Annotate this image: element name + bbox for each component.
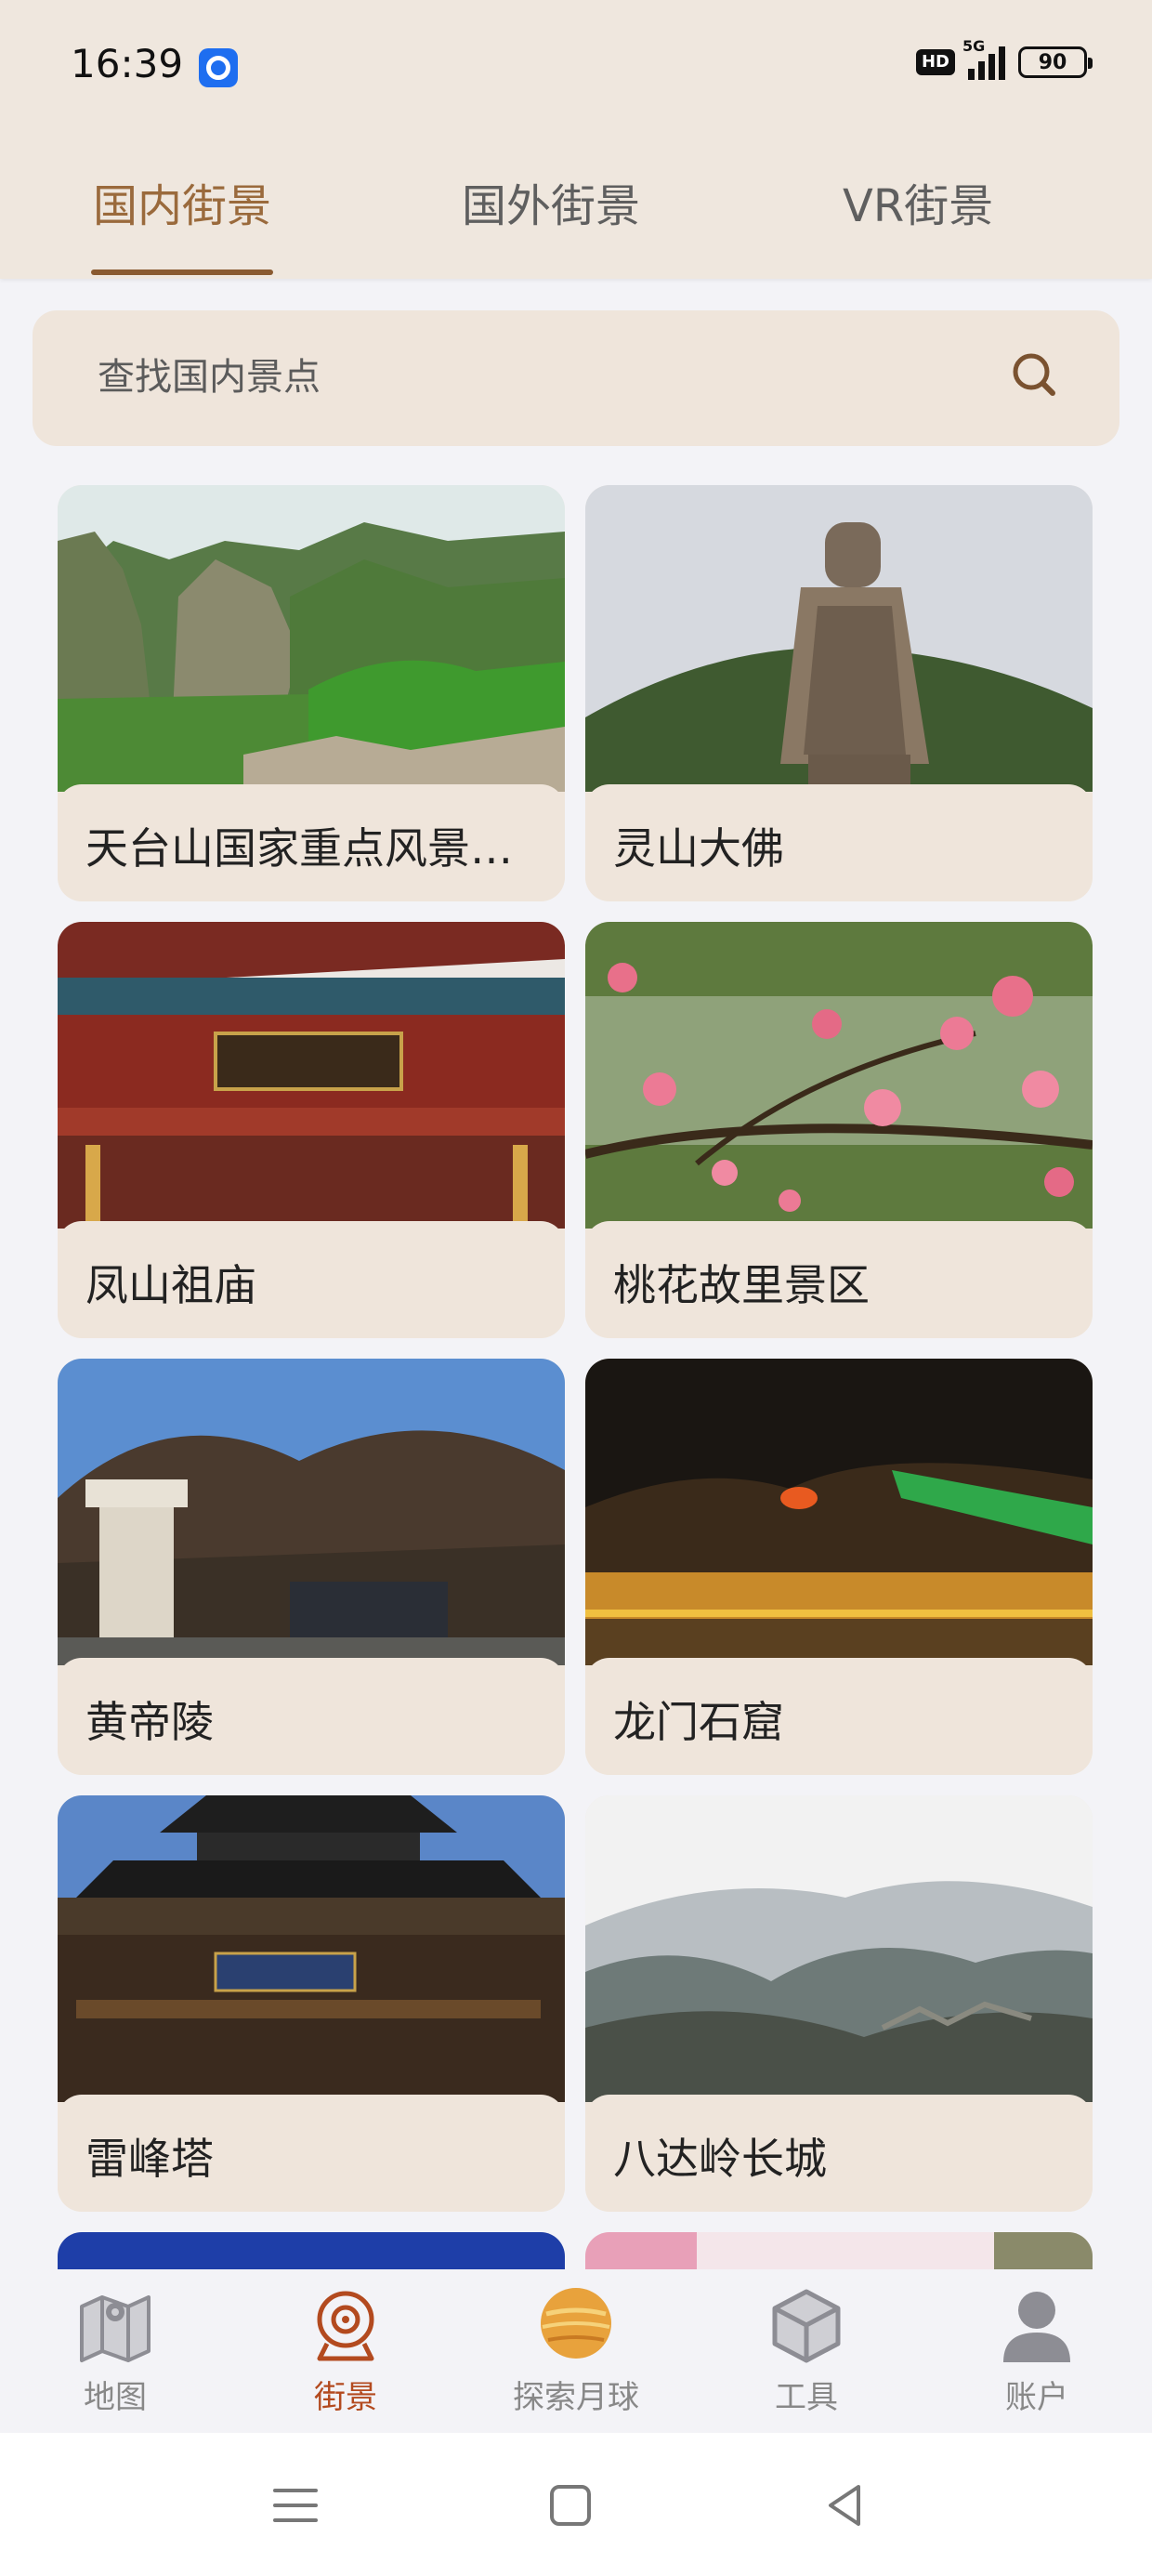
network-type: 5G (962, 37, 986, 55)
system-nav-bar (0, 2433, 1152, 2576)
place-photo-tiantai (58, 485, 565, 792)
tab-bar: 国内街景 国外街景 VR街景 (0, 139, 1152, 279)
street-view-icon (317, 2291, 374, 2361)
status-icons: HD 5G 90 (915, 37, 1093, 80)
place-card[interactable]: 雷峰塔 (58, 1795, 565, 2212)
place-title: 桃花故里景区 (613, 1260, 870, 1310)
place-photo-partial (58, 2232, 565, 2269)
nav-label: 账户 (1005, 2379, 1068, 2416)
place-card[interactable]: 八达岭长城 (585, 1795, 1093, 2212)
tab-domestic[interactable]: 国内街景 (93, 169, 271, 234)
header: 16:39 HD 5G 90 国内街景 国外街景 VR街景 (0, 0, 1152, 279)
place-title: 雷峰塔 (85, 2134, 214, 2184)
nav-street-view[interactable]: 街景 (253, 2286, 439, 2425)
map-icon (80, 2295, 151, 2362)
back-icon[interactable] (818, 2477, 873, 2533)
place-photo-badaling (585, 1795, 1093, 2102)
search-bar[interactable] (33, 310, 1119, 446)
search-icon[interactable] (1009, 349, 1059, 400)
nav-label: 地图 (84, 2379, 147, 2416)
place-photo-partial (585, 2232, 1093, 2269)
status-time: 16:39 (71, 41, 184, 86)
hd-badge: HD (915, 49, 955, 75)
moon-icon (541, 2288, 611, 2359)
place-card[interactable] (585, 2232, 1093, 2269)
app-notification-icon (199, 48, 238, 87)
bottom-nav: 地图 街景 探索月球 工具 账户 (0, 2269, 1152, 2433)
place-title: 凤山祖庙 (85, 1260, 256, 1310)
place-card[interactable]: 龙门石窟 (585, 1359, 1093, 1775)
place-card[interactable]: 黄帝陵 (58, 1359, 565, 1775)
home-icon[interactable] (543, 2477, 598, 2533)
tab-vr[interactable]: VR街景 (843, 169, 993, 234)
place-title: 八达岭长城 (613, 2134, 827, 2184)
place-photo-lingshan (585, 485, 1093, 792)
place-card[interactable] (58, 2232, 565, 2269)
battery-level: 90 (1038, 50, 1067, 74)
app-root: 16:39 HD 5G 90 国内街景 国外街景 VR街景 查找国内景点 天台山… (0, 0, 1152, 2576)
battery-icon: 90 (1018, 46, 1093, 78)
user-icon (1003, 2292, 1070, 2362)
tab-overseas[interactable]: 国外街景 (462, 169, 640, 234)
place-photo-longmen (585, 1359, 1093, 1665)
place-title: 黄帝陵 (85, 1697, 214, 1747)
place-photo-fengshan (58, 922, 565, 1229)
place-title: 天台山国家重点风景… (85, 823, 513, 874)
nav-tools[interactable]: 工具 (713, 2286, 899, 2425)
nav-map[interactable]: 地图 (22, 2286, 208, 2425)
place-card[interactable]: 灵山大佛 (585, 485, 1093, 901)
status-bar: 16:39 HD 5G 90 (0, 0, 1152, 139)
search-input[interactable] (98, 349, 934, 405)
nav-label: 探索月球 (513, 2379, 639, 2416)
place-card[interactable]: 天台山国家重点风景… (58, 485, 565, 901)
menu-icon[interactable] (268, 2477, 323, 2533)
nav-explore-moon[interactable]: 探索月球 (483, 2286, 669, 2425)
place-photo-huangdi (58, 1359, 565, 1665)
place-photo-peach-blossom (585, 922, 1093, 1229)
place-title: 灵山大佛 (613, 823, 784, 874)
cube-icon (772, 2289, 841, 2363)
place-photo-leifeng (58, 1795, 565, 2102)
place-card[interactable]: 桃花故里景区 (585, 922, 1093, 1338)
place-card[interactable]: 凤山祖庙 (58, 922, 565, 1338)
signal-icon: 5G (962, 37, 1005, 80)
tab-indicator (91, 269, 273, 275)
nav-label: 工具 (775, 2379, 838, 2416)
place-title: 龙门石窟 (613, 1697, 784, 1747)
places-grid: 天台山国家重点风景… 灵山大佛 凤山祖庙 桃花故里景区 黄帝陵 龙门石窟 雷峰塔… (58, 485, 1094, 2269)
nav-label: 街景 (314, 2379, 377, 2416)
nav-account[interactable]: 账户 (944, 2286, 1130, 2425)
